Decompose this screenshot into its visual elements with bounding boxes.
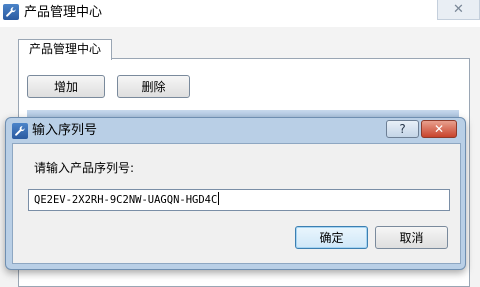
- delete-button[interactable]: 删除: [117, 75, 190, 98]
- cancel-button[interactable]: 取消: [375, 226, 448, 249]
- wrench-icon: [12, 123, 28, 139]
- serial-number-value: QE2EV-2X2RH-9C2NW-UAGQN-HGD4C: [34, 194, 218, 206]
- wrench-icon: [3, 4, 19, 20]
- dialog-title: 输入序列号: [32, 123, 98, 138]
- text-caret: [218, 192, 220, 205]
- dialog-close-button[interactable]: ✕: [421, 120, 457, 138]
- dialog-help-button[interactable]: ?: [386, 120, 419, 138]
- confirm-button[interactable]: 确定: [295, 226, 368, 249]
- window-title: 产品管理中心: [24, 5, 103, 20]
- serial-prompt-label: 请输入产品序列号:: [34, 161, 135, 175]
- tab-product-management[interactable]: 产品管理中心: [18, 39, 112, 60]
- window-close-button[interactable]: ✕: [437, 0, 480, 20]
- serial-number-input[interactable]: QE2EV-2X2RH-9C2NW-UAGQN-HGD4C: [28, 189, 450, 211]
- add-button[interactable]: 增加: [27, 75, 105, 98]
